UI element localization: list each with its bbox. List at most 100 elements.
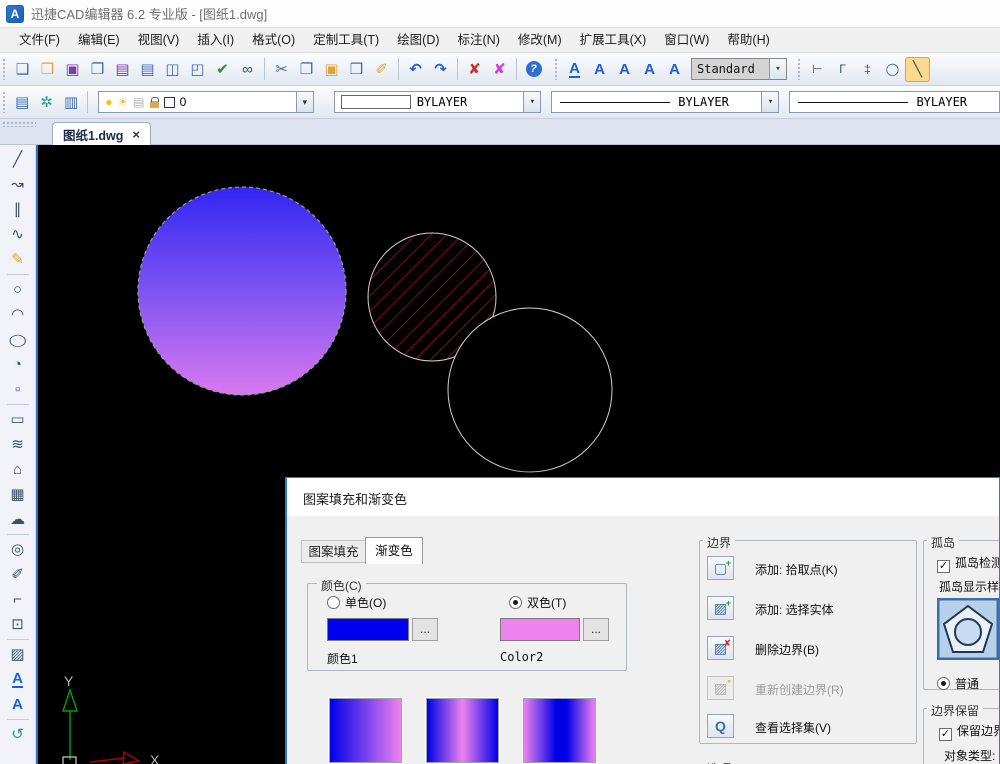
menu-item-express-tools[interactable]: 扩展工具(X) xyxy=(571,28,656,52)
color2-browse-button[interactable]: ... xyxy=(583,618,609,641)
two-color-radio[interactable]: 双色(T) xyxy=(509,594,566,611)
text-style-combo[interactable]: Standard ▾ xyxy=(691,58,787,80)
menu-item-format[interactable]: 格式(O) xyxy=(243,28,304,52)
donut-tool[interactable]: ◎ xyxy=(5,537,31,562)
menu-item-edit[interactable]: 编辑(E) xyxy=(69,28,129,52)
spell-check-button[interactable]: ✔ xyxy=(210,57,235,82)
boundary-tool[interactable]: ⊡ xyxy=(5,612,31,637)
paste-block-button[interactable]: ❒ xyxy=(344,57,369,82)
plot-state-icon[interactable]: ▤ xyxy=(133,96,144,108)
dim-aligned-button-active[interactable]: ╲ xyxy=(905,56,930,82)
fillet-tool[interactable]: ⌐ xyxy=(5,587,31,612)
toolbar-grip[interactable] xyxy=(2,58,7,80)
linetype-combo[interactable]: BYLAYER ▾ xyxy=(551,91,780,113)
print-preview-button[interactable]: ◰ xyxy=(185,57,210,82)
layer-combo[interactable]: ● ☀ ▤ 0 ▾ xyxy=(98,91,314,113)
layer-freeze-button[interactable]: ✲ xyxy=(34,90,58,115)
remove-boundaries-button[interactable]: ▨ ✘ xyxy=(707,636,734,660)
toolbar-grip[interactable] xyxy=(797,58,802,80)
dim-vertical-button[interactable]: ‡ xyxy=(855,57,880,82)
chevron-down-icon[interactable]: ▾ xyxy=(761,92,779,112)
ellipse-arc-tool[interactable]: ◔ xyxy=(5,352,31,377)
wipeout-tool[interactable]: ✐ xyxy=(5,562,31,587)
edit-text-button[interactable]: A xyxy=(612,57,637,82)
lineweight-combo[interactable]: BYLAYER xyxy=(789,91,1000,113)
spline-tool[interactable]: ∿ xyxy=(5,222,31,247)
color2-swatch[interactable] xyxy=(500,618,580,641)
add-select-objects-button[interactable]: ▨ + xyxy=(707,596,734,620)
polyline-tool[interactable]: ↝ xyxy=(5,172,31,197)
one-color-radio[interactable]: 单色(O) xyxy=(327,594,386,611)
help-button[interactable]: ? xyxy=(521,57,546,82)
retain-boundaries-checkbox[interactable]: ✓保留边界 xyxy=(939,722,999,741)
color1-browse-button[interactable]: ... xyxy=(412,618,438,641)
layer-properties-button[interactable]: ▤ xyxy=(10,90,34,115)
purge-button[interactable]: ✘ xyxy=(487,57,512,82)
layer-color-swatch[interactable] xyxy=(163,96,175,108)
menu-item-draw[interactable]: 绘图(D) xyxy=(388,28,448,52)
single-text-tool[interactable]: A xyxy=(5,667,31,692)
add-pick-points-button[interactable]: ▢ + xyxy=(707,556,734,580)
view-selections-button[interactable]: Q xyxy=(707,714,734,738)
menu-item-custom-tools[interactable]: 定制工具(T) xyxy=(304,28,388,52)
radio-selected-icon[interactable] xyxy=(509,596,522,609)
menu-item-view[interactable]: 视图(V) xyxy=(129,28,189,52)
color-combo[interactable]: BYLAYER ▾ xyxy=(333,91,542,113)
lightbulb-icon[interactable]: ● xyxy=(105,96,112,108)
gradient-circle[interactable] xyxy=(137,186,347,396)
rectangle-tool[interactable]: ▭ xyxy=(5,407,31,432)
open-button[interactable]: ❒ xyxy=(35,57,60,82)
island-style-preview[interactable] xyxy=(936,597,999,661)
toolbar-grip[interactable] xyxy=(554,58,559,80)
export-button[interactable]: ❐ xyxy=(85,57,110,82)
cut-button[interactable]: ✂ xyxy=(269,57,294,82)
menu-item-insert[interactable]: 插入(I) xyxy=(188,28,243,52)
undo-button[interactable]: ↶ xyxy=(403,57,428,82)
point-tool[interactable]: ▫ xyxy=(5,377,31,402)
layer-states-button[interactable]: ▥ xyxy=(59,90,83,115)
gradient-tile-inverted-cylinder[interactable] xyxy=(522,697,597,764)
gradient-tile-linear[interactable] xyxy=(328,697,403,764)
menu-item-window[interactable]: 窗口(W) xyxy=(655,28,718,52)
mtext-tool[interactable]: A xyxy=(5,692,31,717)
color1-swatch[interactable] xyxy=(327,618,409,641)
menu-item-help[interactable]: 帮助(H) xyxy=(718,28,778,52)
print-button[interactable]: ▤ xyxy=(135,57,160,82)
multiline-tool[interactable]: ≋ xyxy=(5,432,31,457)
add-pick-points-label[interactable]: 添加: 拾取点(K) xyxy=(755,561,838,578)
new-file-button[interactable]: ❏ xyxy=(10,57,35,82)
island-detection-checkbox[interactable]: ✓ 孤岛检测 xyxy=(937,554,999,573)
radio-selected-icon[interactable] xyxy=(937,677,950,690)
preview-button[interactable]: ◫ xyxy=(160,57,185,82)
radio-icon[interactable] xyxy=(327,596,340,609)
toolbar-grip[interactable] xyxy=(2,91,7,113)
view-selections-label[interactable]: 查看选择集(V) xyxy=(755,719,831,736)
save-button[interactable]: ▣ xyxy=(60,57,85,82)
ellipse-tool[interactable]: ◯ xyxy=(5,327,31,352)
close-icon[interactable]: × xyxy=(132,127,140,142)
island-normal-radio[interactable]: 普通 xyxy=(937,675,979,692)
copy-button[interactable]: ❐ xyxy=(294,57,319,82)
polygon-tool[interactable]: ⌂ xyxy=(5,457,31,482)
revision-cloud-tool[interactable]: ☁ xyxy=(5,507,31,532)
chevron-down-icon[interactable]: ▾ xyxy=(295,92,313,112)
double-line-tool[interactable]: ∥ xyxy=(5,197,31,222)
region-tool[interactable]: ▦ xyxy=(5,482,31,507)
checkbox-checked-icon[interactable]: ✓ xyxy=(937,560,950,573)
chevron-down-icon[interactable]: ▾ xyxy=(523,92,541,112)
gradient-tile-cylinder[interactable] xyxy=(425,697,500,764)
delete-button[interactable]: ✘ xyxy=(462,57,487,82)
multiline-text-button[interactable]: A xyxy=(587,57,612,82)
sun-icon[interactable]: ☀ xyxy=(118,96,129,108)
menu-item-file[interactable]: 文件(F) xyxy=(10,28,69,52)
single-line-text-button[interactable]: A xyxy=(562,57,587,82)
chevron-down-icon[interactable]: ▾ xyxy=(769,59,786,79)
paste-button[interactable]: ▣ xyxy=(319,57,344,82)
undo-view-tool[interactable]: ↺ xyxy=(5,722,31,747)
plot-button[interactable]: ▤ xyxy=(110,57,135,82)
dim-angular-button[interactable]: Γ xyxy=(830,57,855,82)
arc-tool[interactable]: ◠ xyxy=(5,302,31,327)
add-select-objects-label[interactable]: 添加: 选择实体 xyxy=(755,601,834,618)
circle-tool[interactable]: ○ xyxy=(5,277,31,302)
sketch-tool[interactable]: ✎ xyxy=(5,247,31,272)
